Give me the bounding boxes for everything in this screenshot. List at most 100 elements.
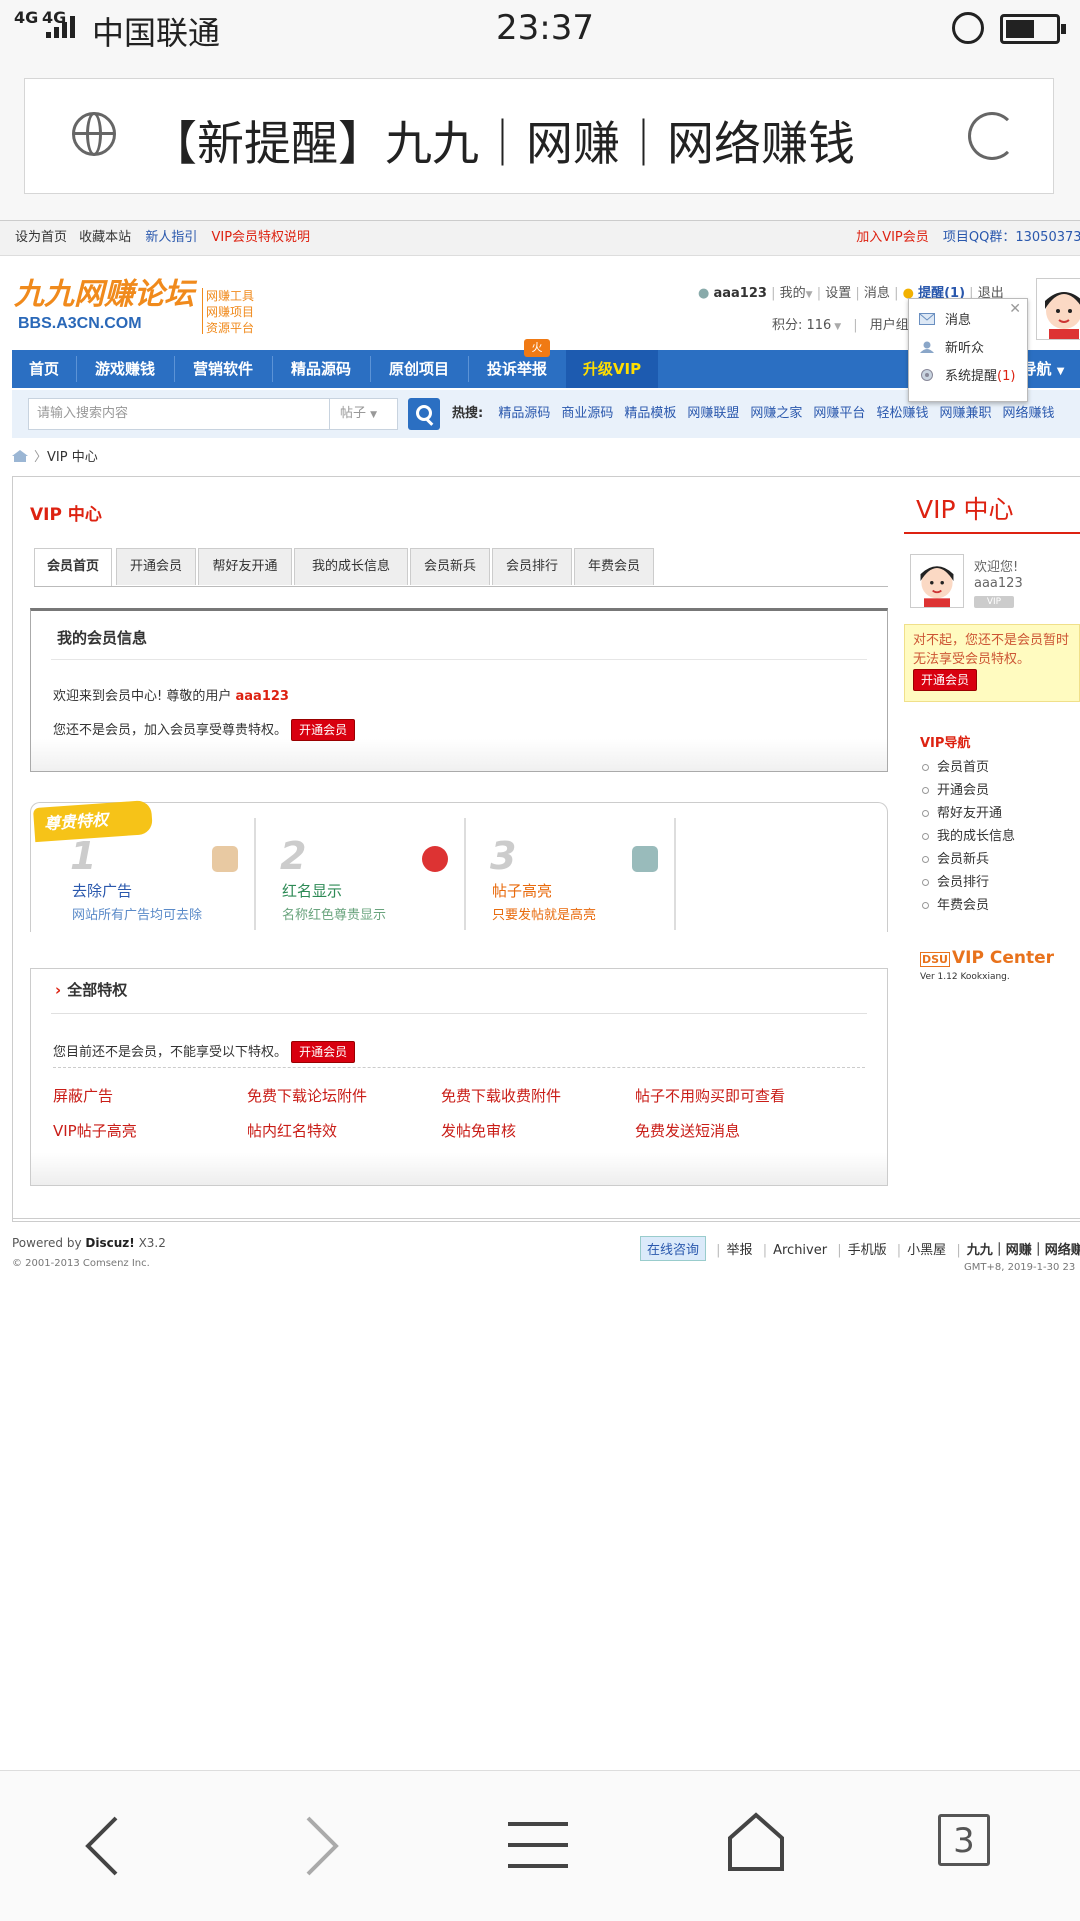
user-bar-2: 积分: 116 ▼ | 用户组	[772, 318, 909, 333]
popup-system-count: (1)	[997, 369, 1016, 384]
tab-member-ranking[interactable]: 会员排行	[492, 548, 572, 585]
vip-nav-item[interactable]: 会员排行	[922, 871, 989, 890]
popup-system-reminders[interactable]: 系统提醒(1)	[945, 365, 1015, 384]
discuz-link[interactable]: Discuz!	[85, 1236, 134, 1250]
nav-game-earn[interactable]: 游戏赚钱	[76, 350, 174, 388]
tab-open-member[interactable]: 开通会员	[116, 548, 196, 585]
vip-nav-item[interactable]: 会员新兵	[922, 848, 989, 867]
footer-site-link[interactable]: 九九｜网赚｜网络赚	[967, 1243, 1080, 1258]
vip-nav-item[interactable]: 会员首页	[922, 756, 989, 775]
forward-icon[interactable]	[302, 1814, 342, 1878]
search-type-label: 帖子	[340, 406, 367, 421]
hot-search-label: 热搜:	[452, 406, 484, 421]
tab-annual-member[interactable]: 年费会员	[574, 548, 654, 585]
breadcrumb-current[interactable]: VIP 中心	[47, 450, 98, 465]
tab-member-home[interactable]: 会员首页	[34, 548, 112, 586]
privilege-item[interactable]: 发帖免审核	[441, 1120, 516, 1141]
join-vip-link[interactable]: 加入VIP会员	[856, 230, 929, 245]
hot-word[interactable]: 网赚兼职	[939, 406, 991, 421]
nav-upgrade-vip[interactable]: 升级VIP	[566, 350, 658, 388]
popup-new-followers[interactable]: 新听众	[945, 337, 984, 356]
reload-icon[interactable]	[968, 112, 1016, 160]
nav-home[interactable]: 首页	[12, 350, 76, 388]
hot-word[interactable]: 网赚之家	[750, 406, 802, 421]
nav-original-projects[interactable]: 原创项目	[370, 350, 468, 388]
footer-links: 在线咨询 | 举报 | Archiver | 手机版 | 小黑屋 | 九九｜网赚｜网络赚	[640, 1236, 1080, 1261]
set-homepage-link[interactable]: 设为首页	[15, 230, 67, 245]
username-link[interactable]: aaa123	[713, 286, 766, 301]
home-nav-icon[interactable]	[726, 1812, 786, 1872]
hot-word[interactable]: 网赚平台	[813, 406, 865, 421]
privilege-item[interactable]: VIP帖子高亮	[53, 1120, 137, 1141]
privilege-item[interactable]: 免费下载收费附件	[441, 1085, 561, 1106]
bookmark-link[interactable]: 收藏本站	[79, 230, 131, 245]
all-privileges-title: 全部特权	[55, 979, 127, 1000]
sidebar-avatar[interactable]	[910, 554, 964, 608]
back-icon[interactable]	[82, 1814, 122, 1878]
footer-link[interactable]: 举报	[727, 1243, 753, 1258]
tab-growth-info[interactable]: 我的成长信息	[294, 548, 408, 585]
search-input[interactable]: 请输入搜索内容	[28, 398, 330, 430]
nav-marketing-software[interactable]: 营销软件	[174, 350, 272, 388]
privilege-desc: 只要发帖就是高亮	[492, 908, 597, 923]
site-logo[interactable]: 九九网赚论坛 BBS.A3CN.COM 网赚工具 网赚项目 资源平台	[12, 266, 257, 338]
messages-link[interactable]: 消息	[864, 286, 890, 301]
privilege-title: 红名显示	[282, 882, 343, 900]
privilege-item[interactable]: 帖子不用购买即可查看	[635, 1085, 785, 1106]
tab-new-members[interactable]: 会员新兵	[410, 548, 490, 585]
guide-link[interactable]: 新人指引	[145, 230, 197, 245]
search-type-select[interactable]: 帖子 ▼	[330, 398, 398, 430]
sidebar-open-member-button[interactable]: 开通会员	[913, 669, 978, 691]
privilege-item[interactable]: 屏蔽广告	[53, 1085, 113, 1106]
page-title[interactable]: 【新提醒】九九｜网赚｜网络赚钱	[150, 105, 855, 174]
privilege-card-3: 3 帖子高亮 只要发帖就是高亮	[474, 818, 676, 930]
hot-word[interactable]: 网赚联盟	[687, 406, 739, 421]
vip-desc-link[interactable]: VIP会员特权说明	[211, 230, 310, 245]
signal-label: 4G	[14, 8, 39, 27]
alarm-icon	[952, 12, 984, 44]
vip-nav-item[interactable]: 年费会员	[922, 894, 989, 913]
open-member-button[interactable]: 开通会员	[291, 719, 356, 741]
my-menu[interactable]: 我的	[780, 286, 806, 301]
close-icon[interactable]: ✕	[1009, 301, 1021, 317]
privilege-item[interactable]: 免费下载论坛附件	[247, 1085, 367, 1106]
qq-group-link[interactable]: 项目QQ群：13050373	[943, 230, 1080, 245]
online-consult-button[interactable]: 在线咨询	[640, 1236, 707, 1261]
vip-nav-item[interactable]: 帮好友开通	[922, 802, 1002, 821]
nav-source-code[interactable]: 精品源码	[272, 350, 370, 388]
footer-link[interactable]: 手机版	[848, 1243, 887, 1258]
hot-word[interactable]: 轻松赚钱	[876, 406, 928, 421]
privilege-desc: 网站所有广告均可去除	[72, 908, 203, 923]
dsu-tag: DSU	[920, 952, 950, 967]
privilege-desc: 名称红色尊贵显示	[282, 908, 387, 923]
search-button[interactable]	[408, 398, 440, 430]
points-link[interactable]: 积分: 116	[772, 318, 831, 333]
vip-nav-item[interactable]: 我的成长信息	[922, 825, 1015, 844]
mail-icon	[919, 313, 935, 325]
nav-complaints[interactable]: 投诉举报	[468, 350, 566, 388]
hot-word[interactable]: 精品源码	[498, 406, 550, 421]
settings-link[interactable]: 设置	[825, 286, 851, 301]
member-info-title: 我的会员信息	[57, 629, 148, 647]
avatar[interactable]	[1036, 278, 1080, 340]
footer-link[interactable]: 小黑屋	[907, 1243, 946, 1258]
sidebar-warning-text: 对不起，您还不是会员暂时无法享受会员特权。	[913, 633, 1070, 667]
popup-messages[interactable]: 消息	[945, 309, 971, 328]
footer-divider	[12, 1218, 1080, 1219]
sidebar-divider	[904, 532, 1080, 534]
privilege-item[interactable]: 免费发送短消息	[635, 1120, 740, 1141]
vip-nav-item[interactable]: 开通会员	[922, 779, 989, 798]
tab-help-friend[interactable]: 帮好友开通	[198, 548, 292, 585]
hot-word[interactable]: 精品模板	[624, 406, 676, 421]
hot-badge: 火	[524, 339, 550, 357]
usergroup-link[interactable]: 用户组	[870, 318, 909, 333]
tabs-button[interactable]: 3	[938, 1814, 990, 1866]
hot-word[interactable]: 网络赚钱	[1002, 406, 1054, 421]
open-member-button-2[interactable]: 开通会员	[291, 1041, 356, 1063]
logo-tag-3: 资源平台	[206, 320, 254, 335]
footer-link[interactable]: Archiver	[773, 1243, 827, 1258]
privilege-item[interactable]: 帖内红名特效	[247, 1120, 337, 1141]
menu-icon[interactable]	[508, 1820, 568, 1870]
hot-word[interactable]: 商业源码	[561, 406, 613, 421]
privilege-title: 去除广告	[72, 882, 133, 900]
